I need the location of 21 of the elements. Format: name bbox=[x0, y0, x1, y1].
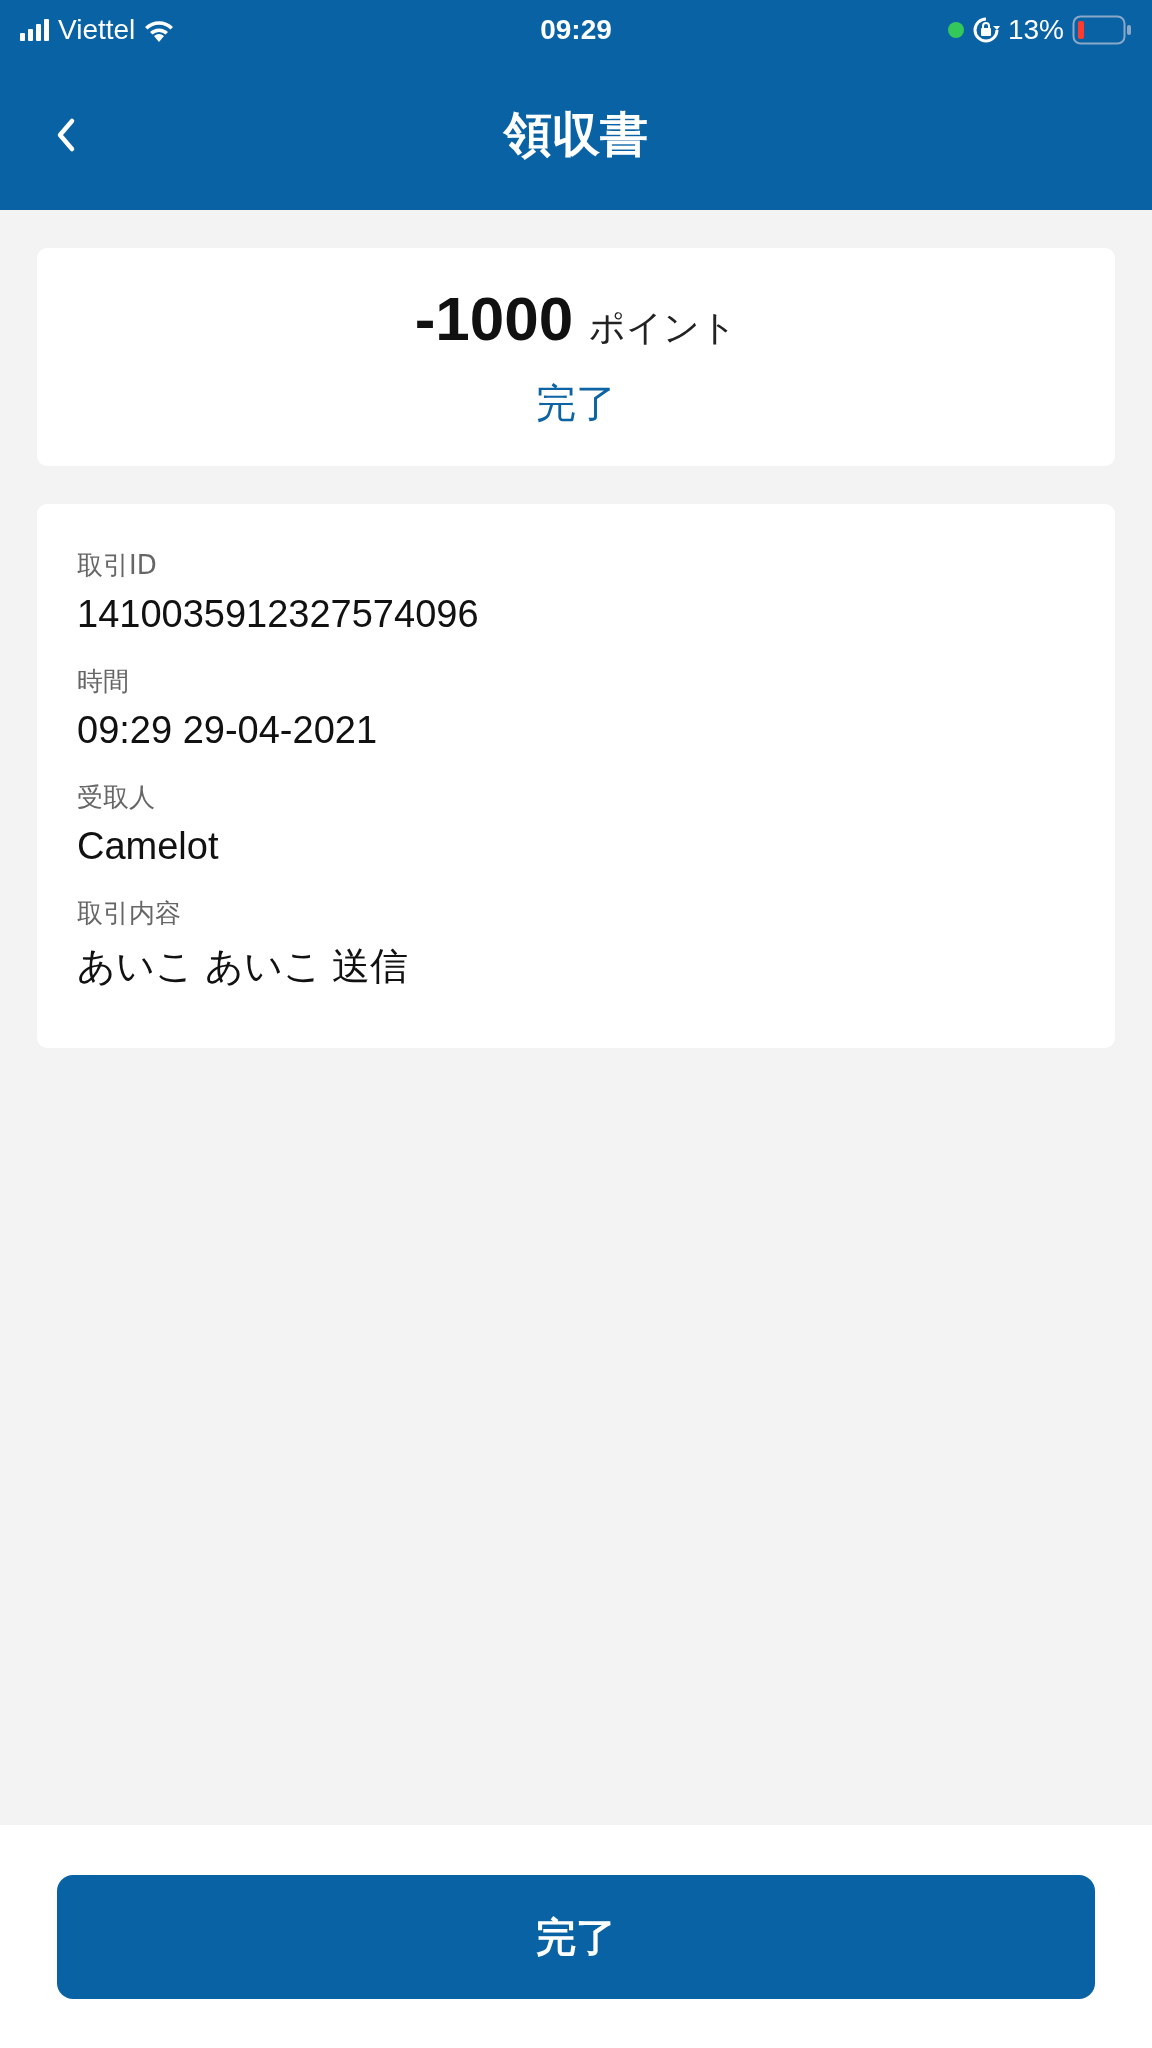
carrier-name: Viettel bbox=[58, 14, 136, 46]
battery-icon bbox=[1072, 15, 1132, 45]
wifi-icon bbox=[143, 18, 176, 42]
detail-value: Camelot bbox=[77, 825, 220, 868]
transaction-status: 完了 bbox=[536, 379, 616, 428]
status-time: 09:29 bbox=[540, 14, 612, 46]
page-title: 領収書 bbox=[504, 105, 648, 164]
points-amount: -1000 bbox=[414, 283, 574, 354]
indicator-dot-icon bbox=[947, 22, 964, 38]
detail-label: 時間 bbox=[77, 665, 130, 698]
signal-icon bbox=[20, 19, 50, 41]
detail-value: あいこ あいこ 送信 bbox=[77, 944, 410, 989]
detail-label: 受取人 bbox=[77, 781, 156, 814]
rotation-lock-icon bbox=[971, 16, 1000, 44]
detail-label: 取引ID bbox=[77, 549, 158, 582]
detail-label: 取引内容 bbox=[77, 897, 182, 930]
done-button[interactable]: 完了 bbox=[57, 1875, 1095, 1999]
detail-value: 1410035912327574096 bbox=[77, 593, 480, 636]
detail-value: 09:29 29-04-2021 bbox=[77, 709, 379, 752]
points-unit: ポイント bbox=[589, 306, 738, 350]
battery-percent: 13% bbox=[1007, 14, 1064, 46]
